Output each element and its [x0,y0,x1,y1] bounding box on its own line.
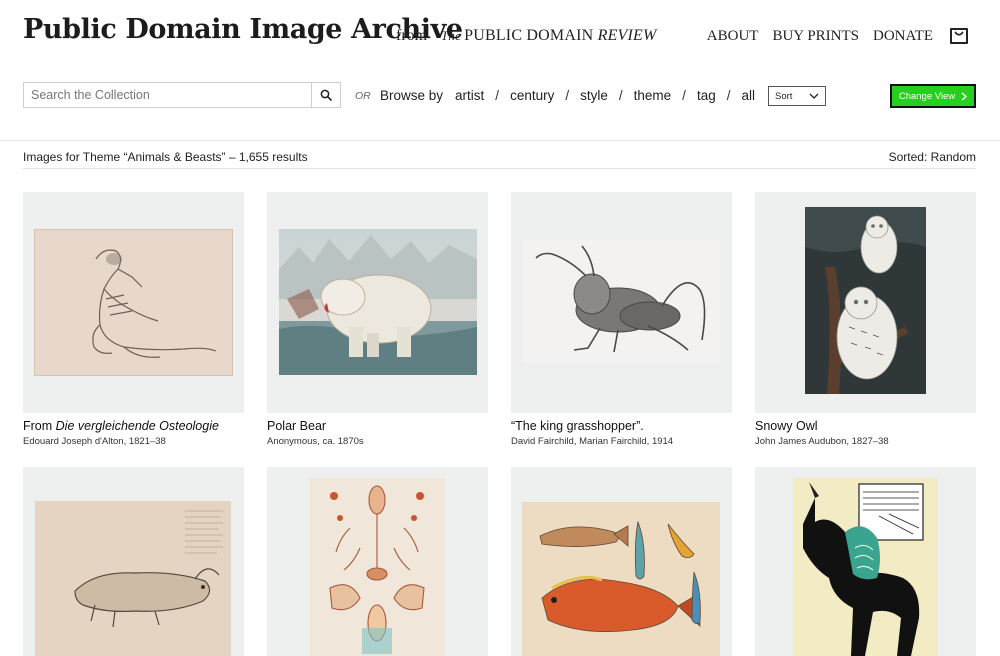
chevron-right-icon [961,91,968,101]
change-view-button[interactable]: Change View [890,84,976,108]
result-card: Snowy Owl John James Audubon, 1827–38 [755,192,976,447]
separator: / [682,88,686,103]
public-domain-review-logo[interactable]: The PUBLIC DOMAIN REVIEW [441,27,657,45]
result-card [511,467,732,656]
result-title[interactable]: From Die vergleichende Osteologie [23,419,244,433]
nav-buy-prints-link[interactable]: BUY PRINTS [772,28,859,45]
tropical-fish-plate-image [522,502,720,656]
result-image-link[interactable] [511,192,732,413]
result-card: “The king grasshopper”. David Fairchild,… [511,192,732,447]
browse-style-link[interactable]: style [580,88,608,103]
browse-all-link[interactable]: all [741,88,755,103]
result-credit: Edouard Joseph d'Alton, 1821–38 [23,436,166,447]
browse-by-label: Browse by [380,88,444,103]
header-divider [0,140,1000,141]
nav-donate-link[interactable]: DONATE [873,28,933,45]
browse-by-nav: Browse by artist / century / style / the… [380,88,755,103]
browse-theme-link[interactable]: theme [634,88,672,103]
result-credit: David Fairchild, Marian Fairchild, 1914 [511,436,674,447]
browse-artist-link[interactable]: artist [455,88,484,103]
separator: / [495,88,500,103]
shopping-bag-icon[interactable] [948,24,970,46]
result-credit: Anonymous, ca. 1870s [267,436,364,447]
sea-creature-engraving-image [35,501,231,656]
result-title[interactable]: Snowy Owl [755,419,976,433]
result-card [755,467,976,656]
result-title[interactable]: “The king grasshopper”. [511,419,732,433]
grasshopper-photograph-image [522,240,720,363]
top-nav: ABOUT BUY PRINTS DONATE [707,28,933,45]
logo-review: REVIEW [597,27,657,44]
search-input[interactable] [24,83,311,107]
result-image-link[interactable] [511,467,732,656]
result-credit: John James Audubon, 1827–38 [755,436,889,447]
result-title-prefix: From [23,419,56,433]
result-title[interactable]: Polar Bear [267,419,488,433]
polar-bear-illustration-image [279,229,477,375]
logo-main: PUBLIC DOMAIN [464,27,594,44]
chevron-down-icon [809,93,819,99]
result-image-link[interactable] [267,192,488,413]
separator: / [726,88,731,103]
plankton-specimen-plate-image [310,478,445,656]
search-icon [320,89,332,101]
result-image-link[interactable] [23,467,244,656]
result-card [267,467,488,656]
result-title-italic: Die vergleichende Osteologie [55,419,219,433]
search-box [23,82,341,108]
sort-select[interactable]: Sort [768,86,826,106]
nav-about-link[interactable]: ABOUT [707,28,759,45]
results-divider [23,168,976,169]
result-image-link[interactable] [267,467,488,656]
results-title: Images for Theme “Animals & Beasts” – 1,… [23,150,308,164]
unicorn-knight-illustration-image [793,478,938,656]
snowy-owl-illustration-image [805,207,926,394]
change-view-label: Change View [898,90,956,102]
browse-century-link[interactable]: century [510,88,554,103]
logo-the: The [441,28,462,43]
skeleton-anatomy-plate-image [34,229,233,376]
sort-selected-value: Sort [775,90,793,102]
result-image-link[interactable] [23,192,244,413]
or-label: OR [355,90,371,102]
result-image-link[interactable] [755,192,976,413]
separator: / [565,88,570,103]
result-card: Polar Bear Anonymous, ca. 1870s [267,192,488,447]
separator: / [618,88,623,103]
from-label: from [396,27,428,44]
sorted-label: Sorted: Random [888,150,976,164]
search-button[interactable] [311,83,340,107]
result-card: From Die vergleichende Osteologie Edouar… [23,192,244,447]
browse-tag-link[interactable]: tag [697,88,716,103]
result-card [23,467,244,656]
result-image-link[interactable] [755,467,976,656]
